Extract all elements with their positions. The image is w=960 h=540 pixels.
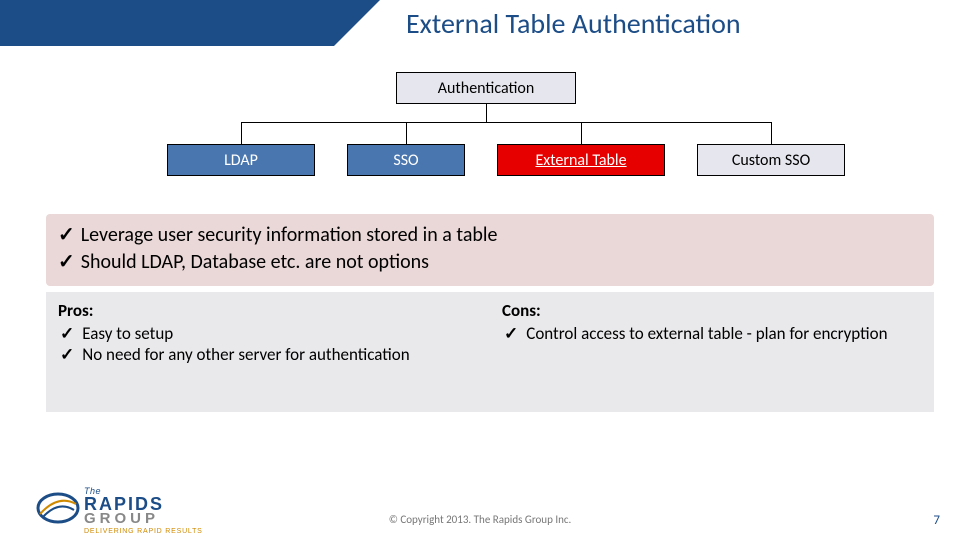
node-authentication: Authentication	[396, 72, 576, 104]
copyright: © Copyright 2013. The Rapids Group Inc.	[0, 513, 960, 526]
connector	[241, 122, 242, 144]
summary-item: Should LDAP, Database etc. are not optio…	[58, 249, 922, 276]
node-external-table-label: External Table	[535, 151, 626, 170]
node-sso: SSO	[347, 144, 465, 176]
summary-item: Leverage user security information store…	[58, 222, 922, 249]
node-external-table: External Table	[497, 144, 665, 176]
pros-item: Easy to setup	[58, 323, 478, 344]
pros-cons-box: Pros: Easy to setup No need for any othe…	[46, 292, 934, 412]
footer: The RAPIDS GROUP DELIVERING RAPID RESULT…	[0, 480, 960, 540]
connector	[581, 122, 582, 144]
cons-item: Control access to external table - plan …	[502, 323, 922, 344]
pros-item: No need for any other server for authent…	[58, 344, 478, 365]
pros-column: Pros: Easy to setup No need for any othe…	[46, 292, 490, 412]
connector	[241, 122, 771, 123]
slide: External Table Authentication Authentica…	[0, 0, 960, 540]
connector	[486, 104, 487, 122]
cons-column: Cons: Control access to external table -…	[490, 292, 934, 412]
connector	[771, 122, 772, 144]
summary-box: Leverage user security information store…	[46, 214, 934, 286]
logo-tagline: DELIVERING RAPID RESULTS	[84, 528, 203, 535]
page-title: External Table Authentication	[406, 6, 741, 41]
auth-diagram: Authentication LDAP SSO External Table C…	[0, 72, 960, 202]
connector	[406, 122, 407, 144]
page-number: 7	[933, 513, 940, 528]
pros-heading: Pros:	[58, 300, 478, 321]
cons-heading: Cons:	[502, 300, 922, 321]
logo-text: The RAPIDS GROUP DELIVERING RAPID RESULT…	[84, 486, 203, 535]
node-custom-sso: Custom SSO	[697, 144, 845, 176]
node-ldap: LDAP	[167, 144, 315, 176]
